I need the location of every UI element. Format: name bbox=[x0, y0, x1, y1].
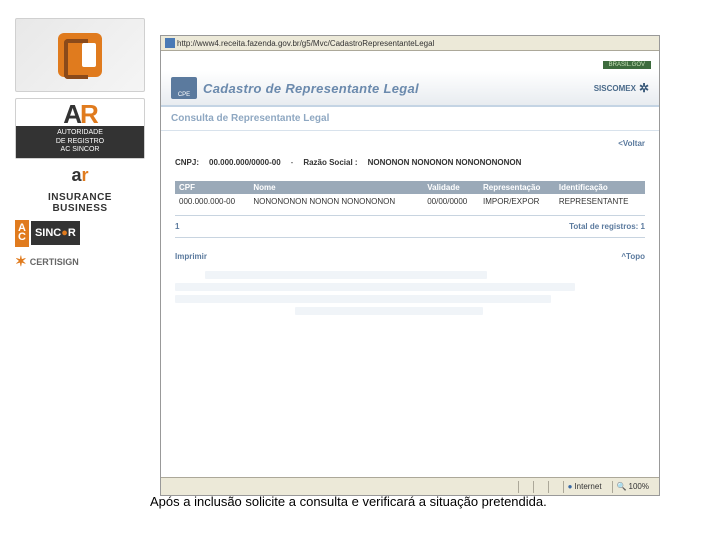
col-nome: Nome bbox=[249, 181, 423, 194]
razao-value: NONONON NONONON NONONONONON bbox=[368, 158, 522, 167]
browser-window: http://www4.receita.fazenda.gov.br/g5/Mv… bbox=[160, 35, 660, 496]
app-title: Cadastro de Representante Legal bbox=[203, 81, 419, 96]
page-icon bbox=[165, 38, 175, 48]
ghost-content bbox=[175, 271, 645, 315]
gear-icon: ✲ bbox=[639, 81, 649, 95]
globe-icon: ● bbox=[568, 482, 573, 491]
filter-row: CNPJ: 00.000.000/0000-00 - Razão Social … bbox=[175, 158, 645, 167]
sidebar: AR AUTORIDADE DE REGISTRO AC SINCOR ar I… bbox=[15, 18, 145, 270]
app-header: CPE Cadastro de Representante Legal SISC… bbox=[161, 71, 659, 106]
siscomex-logo: SISCOMEX ✲ bbox=[594, 81, 649, 95]
url-text: http://www4.receita.fazenda.gov.br/g5/Mv… bbox=[177, 39, 434, 48]
page-title: Consulta de Representante Legal bbox=[161, 107, 659, 131]
address-bar[interactable]: http://www4.receita.fazenda.gov.br/g5/Mv… bbox=[161, 36, 659, 51]
col-cpf: CPF bbox=[175, 181, 249, 194]
sincor-logo: AC SINC●R bbox=[15, 220, 145, 248]
col-validade: Validade bbox=[423, 181, 479, 194]
zoom-icon: 🔍 bbox=[617, 482, 627, 491]
certisign-logo: ✶ CERTISIGN bbox=[15, 253, 145, 270]
ar-label-2: DE REGISTRO bbox=[56, 138, 104, 145]
gov-banner: BRASIL.GOV bbox=[603, 61, 651, 69]
zoom-level[interactable]: 🔍 100% bbox=[612, 481, 653, 493]
cpe-logo: CPE bbox=[171, 77, 197, 99]
page-num[interactable]: 1 bbox=[175, 222, 179, 231]
cnpj-value: 00.000.000/0000-00 bbox=[209, 158, 281, 167]
ar-label-3: AC SINCOR bbox=[61, 146, 100, 153]
col-rep: Representação bbox=[479, 181, 555, 194]
internet-zone: ● Internet bbox=[563, 481, 606, 493]
slide-caption: Após a inclusão solicite a consulta e ve… bbox=[150, 494, 547, 509]
cd-logo bbox=[15, 18, 145, 92]
pager: 1 Total de registros: 1 bbox=[175, 222, 645, 231]
star-icon: ✶ bbox=[15, 253, 27, 270]
razao-label: Razão Social : bbox=[303, 158, 357, 167]
status-bar: ● Internet 🔍 100% bbox=[161, 477, 659, 495]
top-link[interactable]: ^Topo bbox=[621, 252, 645, 261]
cnpj-label: CNPJ: bbox=[175, 158, 199, 167]
content-area: <Voltar CNPJ: 00.000.000/0000-00 - Razão… bbox=[161, 131, 659, 477]
insurance-logo: INSURANCEBUSINESS bbox=[15, 192, 145, 214]
ar-label-1: AUTORIDADE bbox=[57, 129, 103, 136]
ar-logo: AR AUTORIDADE DE REGISTRO AC SINCOR bbox=[15, 98, 145, 159]
print-link[interactable]: Imprimir bbox=[175, 252, 207, 261]
table-row[interactable]: 000.000.000-00 NONONONON NONON NONONONON… bbox=[175, 194, 645, 209]
back-link[interactable]: <Voltar bbox=[175, 139, 645, 148]
ar-small-logo: ar bbox=[15, 165, 145, 186]
total-records: Total de registros: 1 bbox=[569, 222, 645, 231]
col-ident: Identificação bbox=[555, 181, 645, 194]
results-table: CPF Nome Validade Representação Identifi… bbox=[175, 181, 645, 209]
